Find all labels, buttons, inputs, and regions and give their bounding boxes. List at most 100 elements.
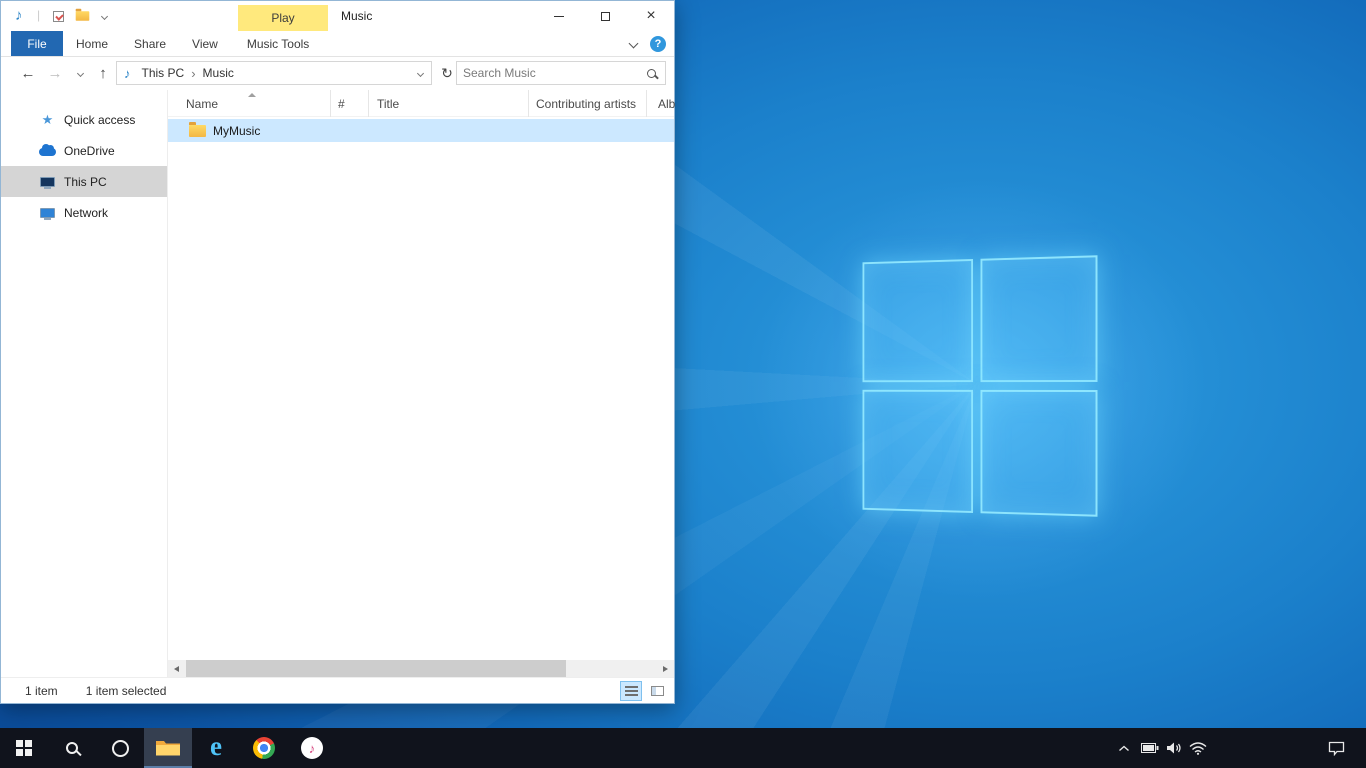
chevron-down-icon xyxy=(417,69,424,76)
folder-icon xyxy=(189,125,206,137)
sidebar-item-quick-access[interactable]: ★ Quick access xyxy=(1,104,167,135)
tray-volume-button[interactable] xyxy=(1162,728,1186,768)
sort-ascending-icon xyxy=(248,93,256,97)
refresh-button[interactable]: ↻ xyxy=(437,61,457,85)
titlebar[interactable]: ♪ | Play Music × xyxy=(1,1,674,31)
help-button[interactable]: ? xyxy=(650,36,666,52)
explorer-window: ♪ | Play Music × File Home Share View Mu… xyxy=(0,0,675,704)
view-toggles xyxy=(620,681,668,701)
expand-ribbon-icon[interactable] xyxy=(629,39,639,49)
cortana-button[interactable] xyxy=(96,728,144,768)
scrollbar-thumb[interactable] xyxy=(186,660,566,677)
music-note-app-icon: ♪ xyxy=(15,7,23,24)
sidebar-item-onedrive[interactable]: OneDrive xyxy=(1,135,167,166)
up-button[interactable]: ↑ xyxy=(91,57,115,90)
column-label: Alb xyxy=(658,97,675,111)
music-note-glyph: ♪ xyxy=(309,741,316,756)
address-dropdown-button[interactable] xyxy=(418,71,431,76)
desktop-screen: ♪ | Play Music × File Home Share View Mu… xyxy=(0,0,1366,768)
tab-file[interactable]: File xyxy=(11,31,63,56)
windows-logo xyxy=(863,255,1098,516)
start-button[interactable] xyxy=(0,728,48,768)
maximize-button[interactable] xyxy=(582,1,628,31)
file-row-mymusic[interactable]: MyMusic xyxy=(168,119,674,142)
breadcrumb-separator[interactable]: › xyxy=(189,66,197,81)
triangle-left-icon xyxy=(174,666,179,672)
tab-view[interactable]: View xyxy=(179,31,231,56)
column-header-album[interactable]: Alb xyxy=(647,90,717,117)
windows-logo-pane xyxy=(980,255,1097,382)
taskbar-music-app-button[interactable]: ♪ xyxy=(288,728,336,768)
network-icon xyxy=(40,208,55,218)
qat-customize-button[interactable] xyxy=(93,6,115,26)
taskbar-internet-explorer-button[interactable]: e xyxy=(192,728,240,768)
action-center-button[interactable] xyxy=(1322,728,1350,768)
forward-button[interactable]: → xyxy=(43,57,67,90)
sidebar-item-label: OneDrive xyxy=(64,144,115,158)
sidebar-item-this-pc[interactable]: This PC xyxy=(1,166,167,197)
taskbar-file-explorer-button[interactable] xyxy=(144,728,192,768)
column-header-name[interactable]: Name xyxy=(168,90,331,117)
window-controls: × xyxy=(536,1,674,31)
volume-icon xyxy=(1166,741,1182,755)
minimize-icon xyxy=(554,16,564,17)
windows-logo-pane xyxy=(863,390,973,513)
tray-show-hidden-icons-button[interactable] xyxy=(1112,728,1136,768)
maximize-icon xyxy=(601,12,610,21)
navigation-pane: ★ Quick access OneDrive This PC Network xyxy=(1,90,168,677)
details-view-button[interactable] xyxy=(620,681,642,701)
chevron-down-icon xyxy=(76,70,83,77)
star-icon: ★ xyxy=(39,112,56,128)
music-app-icon: ♪ xyxy=(301,737,323,759)
wifi-icon xyxy=(1189,742,1207,755)
details-view-icon xyxy=(625,686,638,696)
action-center-icon xyxy=(1328,741,1345,756)
computer-icon xyxy=(40,177,55,187)
contextual-tab-play[interactable]: Play xyxy=(238,5,328,31)
column-header-contributing-artists[interactable]: Contributing artists xyxy=(529,90,647,117)
tray-network-button[interactable] xyxy=(1186,728,1210,768)
taskbar-chrome-button[interactable] xyxy=(240,728,288,768)
chevron-down-icon xyxy=(100,12,107,19)
column-header-row: Name # Title Contributing artists Alb xyxy=(168,90,674,117)
tray-battery-button[interactable] xyxy=(1138,728,1162,768)
properties-icon xyxy=(53,11,64,22)
scroll-left-button[interactable] xyxy=(168,660,185,677)
tab-music-tools[interactable]: Music Tools xyxy=(231,31,325,56)
sidebar-item-network[interactable]: Network xyxy=(1,197,167,228)
chevron-up-icon xyxy=(1118,745,1130,752)
minimize-button[interactable] xyxy=(536,1,582,31)
onedrive-cloud-icon xyxy=(39,148,56,156)
cortana-icon xyxy=(112,740,129,757)
address-bar[interactable]: ♪ This PC › Music xyxy=(116,61,432,85)
qat-new-folder-button[interactable] xyxy=(71,6,93,26)
back-button[interactable]: ← xyxy=(15,57,41,90)
sidebar-item-label: Quick access xyxy=(64,113,135,127)
column-header-number[interactable]: # xyxy=(331,90,369,117)
column-label: Name xyxy=(186,97,218,111)
horizontal-scrollbar[interactable] xyxy=(168,660,674,677)
close-icon: × xyxy=(646,8,655,24)
sidebar-item-label: This PC xyxy=(64,175,107,189)
tab-share[interactable]: Share xyxy=(121,31,179,56)
thumbnails-view-button[interactable] xyxy=(646,681,668,701)
recent-locations-button[interactable] xyxy=(71,57,89,90)
breadcrumb-this-pc[interactable]: This PC xyxy=(137,66,190,80)
scroll-right-button[interactable] xyxy=(657,660,674,677)
qat-properties-button[interactable] xyxy=(47,6,69,26)
search-input[interactable] xyxy=(457,66,647,80)
breadcrumb-music[interactable]: Music xyxy=(198,66,239,80)
qat-separator: | xyxy=(37,8,40,22)
tab-home[interactable]: Home xyxy=(63,31,121,56)
chrome-icon xyxy=(253,737,275,759)
file-list-area: Name # Title Contributing artists Alb My… xyxy=(168,90,674,677)
close-button[interactable]: × xyxy=(628,1,674,31)
column-label: Title xyxy=(377,97,399,111)
column-header-title[interactable]: Title xyxy=(369,90,529,117)
windows-logo-pane xyxy=(980,390,1097,517)
taskbar-search-button[interactable] xyxy=(48,728,96,768)
internet-explorer-icon: e xyxy=(210,733,222,760)
search-box[interactable] xyxy=(456,61,666,85)
battery-icon xyxy=(1141,742,1159,754)
search-icon xyxy=(66,742,78,754)
